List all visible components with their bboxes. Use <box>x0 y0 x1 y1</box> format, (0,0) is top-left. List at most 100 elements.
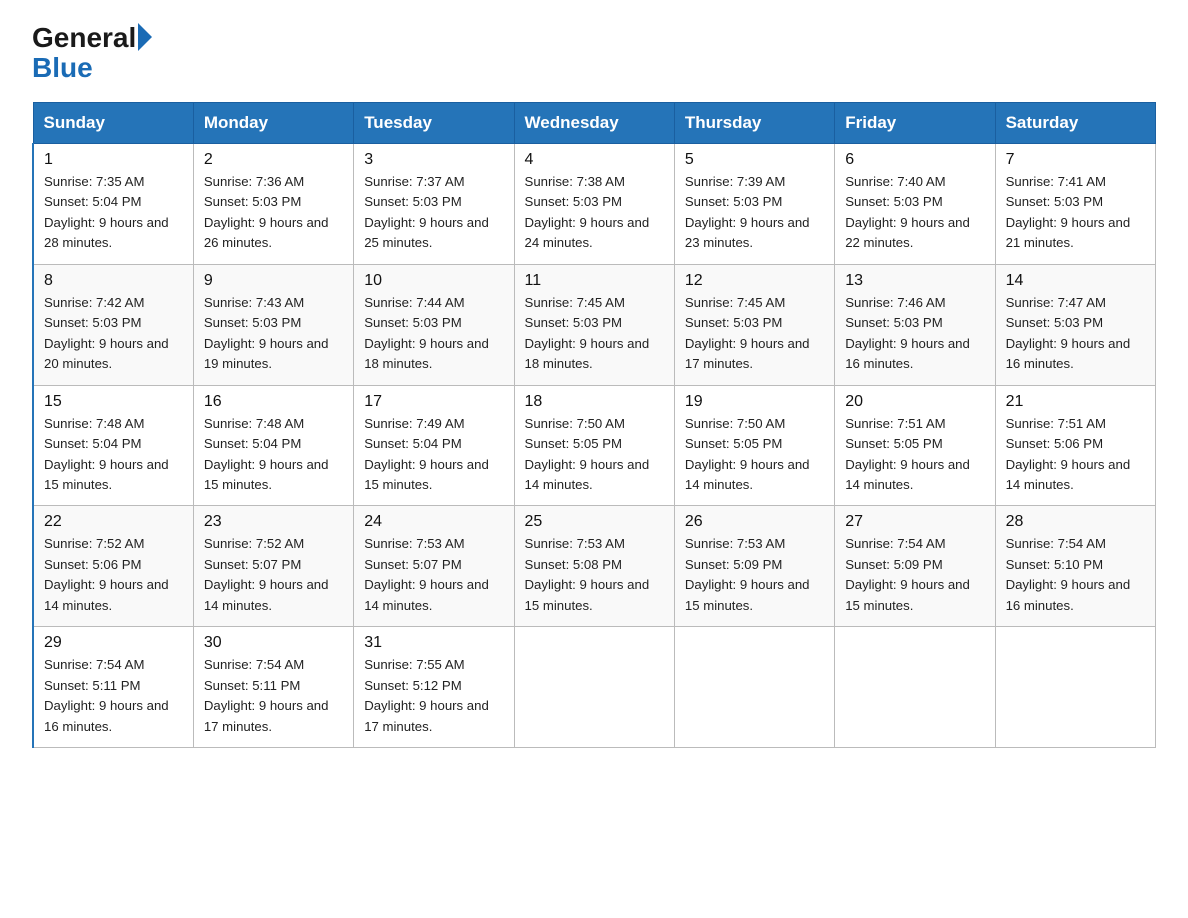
calendar-day-cell: 27 Sunrise: 7:54 AMSunset: 5:09 PMDayligh… <box>835 506 995 627</box>
day-detail: Sunrise: 7:45 AMSunset: 5:03 PMDaylight:… <box>525 295 650 371</box>
calendar-day-cell: 19 Sunrise: 7:50 AMSunset: 5:05 PMDayligh… <box>674 385 834 506</box>
logo-general-text: General <box>32 24 136 52</box>
day-detail: Sunrise: 7:43 AMSunset: 5:03 PMDaylight:… <box>204 295 329 371</box>
day-number: 1 <box>44 151 183 169</box>
day-detail: Sunrise: 7:44 AMSunset: 5:03 PMDaylight:… <box>364 295 489 371</box>
day-detail: Sunrise: 7:50 AMSunset: 5:05 PMDaylight:… <box>685 416 810 492</box>
day-number: 28 <box>1006 513 1145 531</box>
day-number: 30 <box>204 634 343 652</box>
day-number: 14 <box>1006 272 1145 290</box>
calendar-day-cell: 22Sunrise: 7:52 AMSunset: 5:06 PMDayligh… <box>33 506 193 627</box>
day-number: 11 <box>525 272 664 290</box>
calendar-day-header: Tuesday <box>354 103 514 144</box>
day-number: 27 <box>845 513 984 531</box>
day-detail: Sunrise: 7:36 AMSunset: 5:03 PMDaylight:… <box>204 174 329 250</box>
calendar-day-cell: 13 Sunrise: 7:46 AMSunset: 5:03 PMDayligh… <box>835 264 995 385</box>
calendar-day-cell: 5 Sunrise: 7:39 AMSunset: 5:03 PMDaylight… <box>674 144 834 265</box>
day-number: 16 <box>204 393 343 411</box>
day-detail: Sunrise: 7:45 AMSunset: 5:03 PMDaylight:… <box>685 295 810 371</box>
calendar-day-header: Monday <box>193 103 353 144</box>
calendar-day-cell: 23Sunrise: 7:52 AMSunset: 5:07 PMDayligh… <box>193 506 353 627</box>
calendar-day-header: Sunday <box>33 103 193 144</box>
calendar-day-cell: 18 Sunrise: 7:50 AMSunset: 5:05 PMDayligh… <box>514 385 674 506</box>
day-number: 13 <box>845 272 984 290</box>
day-detail: Sunrise: 7:49 AMSunset: 5:04 PMDaylight:… <box>364 416 489 492</box>
day-number: 7 <box>1006 151 1145 169</box>
calendar-week-row: 8 Sunrise: 7:42 AMSunset: 5:03 PMDaylight… <box>33 264 1156 385</box>
day-detail: Sunrise: 7:54 AMSunset: 5:11 PMDaylight:… <box>44 657 169 733</box>
calendar-day-cell: 15 Sunrise: 7:48 AMSunset: 5:04 PMDayligh… <box>33 385 193 506</box>
calendar-day-cell: 11 Sunrise: 7:45 AMSunset: 5:03 PMDayligh… <box>514 264 674 385</box>
day-detail: Sunrise: 7:54 AMSunset: 5:10 PMDaylight:… <box>1006 536 1131 612</box>
day-number: 29 <box>44 634 183 652</box>
day-detail: Sunrise: 7:55 AMSunset: 5:12 PMDaylight:… <box>364 657 489 733</box>
day-detail: Sunrise: 7:38 AMSunset: 5:03 PMDaylight:… <box>525 174 650 250</box>
day-detail: Sunrise: 7:40 AMSunset: 5:03 PMDaylight:… <box>845 174 970 250</box>
calendar-week-row: 22Sunrise: 7:52 AMSunset: 5:06 PMDayligh… <box>33 506 1156 627</box>
day-detail: Sunrise: 7:37 AMSunset: 5:03 PMDaylight:… <box>364 174 489 250</box>
day-detail: Sunrise: 7:47 AMSunset: 5:03 PMDaylight:… <box>1006 295 1131 371</box>
calendar-day-cell: 12Sunrise: 7:45 AMSunset: 5:03 PMDayligh… <box>674 264 834 385</box>
day-number: 6 <box>845 151 984 169</box>
calendar-day-cell: 10 Sunrise: 7:44 AMSunset: 5:03 PMDayligh… <box>354 264 514 385</box>
day-detail: Sunrise: 7:39 AMSunset: 5:03 PMDaylight:… <box>685 174 810 250</box>
day-number: 4 <box>525 151 664 169</box>
calendar-day-cell: 31 Sunrise: 7:55 AMSunset: 5:12 PMDayligh… <box>354 627 514 748</box>
calendar-day-cell: 29 Sunrise: 7:54 AMSunset: 5:11 PMDayligh… <box>33 627 193 748</box>
calendar-day-cell: 16Sunrise: 7:48 AMSunset: 5:04 PMDayligh… <box>193 385 353 506</box>
day-number: 21 <box>1006 393 1145 411</box>
day-detail: Sunrise: 7:50 AMSunset: 5:05 PMDaylight:… <box>525 416 650 492</box>
calendar-week-row: 1 Sunrise: 7:35 AMSunset: 5:04 PMDaylight… <box>33 144 1156 265</box>
calendar-day-cell <box>514 627 674 748</box>
calendar-day-cell: 7Sunrise: 7:41 AMSunset: 5:03 PMDaylight… <box>995 144 1155 265</box>
day-number: 17 <box>364 393 503 411</box>
day-detail: Sunrise: 7:51 AMSunset: 5:06 PMDaylight:… <box>1006 416 1131 492</box>
day-detail: Sunrise: 7:35 AMSunset: 5:04 PMDaylight:… <box>44 174 169 250</box>
calendar-header-row: SundayMondayTuesdayWednesdayThursdayFrid… <box>33 103 1156 144</box>
day-number: 3 <box>364 151 503 169</box>
day-number: 23 <box>204 513 343 531</box>
day-number: 19 <box>685 393 824 411</box>
calendar-day-cell: 8 Sunrise: 7:42 AMSunset: 5:03 PMDaylight… <box>33 264 193 385</box>
day-number: 20 <box>845 393 984 411</box>
day-number: 15 <box>44 393 183 411</box>
day-number: 25 <box>525 513 664 531</box>
day-detail: Sunrise: 7:48 AMSunset: 5:04 PMDaylight:… <box>44 416 169 492</box>
calendar-week-row: 29 Sunrise: 7:54 AMSunset: 5:11 PMDayligh… <box>33 627 1156 748</box>
logo-blue-text: Blue <box>32 52 93 84</box>
day-detail: Sunrise: 7:46 AMSunset: 5:03 PMDaylight:… <box>845 295 970 371</box>
day-detail: Sunrise: 7:53 AMSunset: 5:09 PMDaylight:… <box>685 536 810 612</box>
calendar-day-header: Thursday <box>674 103 834 144</box>
calendar-day-cell: 2Sunrise: 7:36 AMSunset: 5:03 PMDaylight… <box>193 144 353 265</box>
calendar-day-cell: 24 Sunrise: 7:53 AMSunset: 5:07 PMDayligh… <box>354 506 514 627</box>
calendar-day-cell: 26 Sunrise: 7:53 AMSunset: 5:09 PMDayligh… <box>674 506 834 627</box>
calendar-day-cell <box>674 627 834 748</box>
day-detail: Sunrise: 7:51 AMSunset: 5:05 PMDaylight:… <box>845 416 970 492</box>
page-header: General Blue <box>32 24 1156 84</box>
day-number: 22 <box>44 513 183 531</box>
calendar-day-cell: 3 Sunrise: 7:37 AMSunset: 5:03 PMDaylight… <box>354 144 514 265</box>
logo: General Blue <box>32 24 152 84</box>
day-number: 10 <box>364 272 503 290</box>
day-number: 8 <box>44 272 183 290</box>
calendar-day-cell: 17 Sunrise: 7:49 AMSunset: 5:04 PMDayligh… <box>354 385 514 506</box>
calendar-day-cell: 30Sunrise: 7:54 AMSunset: 5:11 PMDayligh… <box>193 627 353 748</box>
calendar-week-row: 15 Sunrise: 7:48 AMSunset: 5:04 PMDayligh… <box>33 385 1156 506</box>
day-number: 26 <box>685 513 824 531</box>
day-number: 31 <box>364 634 503 652</box>
day-detail: Sunrise: 7:53 AMSunset: 5:08 PMDaylight:… <box>525 536 650 612</box>
day-number: 18 <box>525 393 664 411</box>
day-detail: Sunrise: 7:53 AMSunset: 5:07 PMDaylight:… <box>364 536 489 612</box>
logo-arrow-icon <box>138 23 152 51</box>
calendar-day-cell: 9 Sunrise: 7:43 AMSunset: 5:03 PMDaylight… <box>193 264 353 385</box>
calendar-day-cell: 4 Sunrise: 7:38 AMSunset: 5:03 PMDaylight… <box>514 144 674 265</box>
calendar-day-cell <box>835 627 995 748</box>
day-number: 9 <box>204 272 343 290</box>
day-number: 24 <box>364 513 503 531</box>
calendar-day-cell: 20 Sunrise: 7:51 AMSunset: 5:05 PMDayligh… <box>835 385 995 506</box>
day-detail: Sunrise: 7:54 AMSunset: 5:09 PMDaylight:… <box>845 536 970 612</box>
day-number: 5 <box>685 151 824 169</box>
calendar-table: SundayMondayTuesdayWednesdayThursdayFrid… <box>32 102 1156 748</box>
day-detail: Sunrise: 7:42 AMSunset: 5:03 PMDaylight:… <box>44 295 169 371</box>
calendar-day-header: Wednesday <box>514 103 674 144</box>
